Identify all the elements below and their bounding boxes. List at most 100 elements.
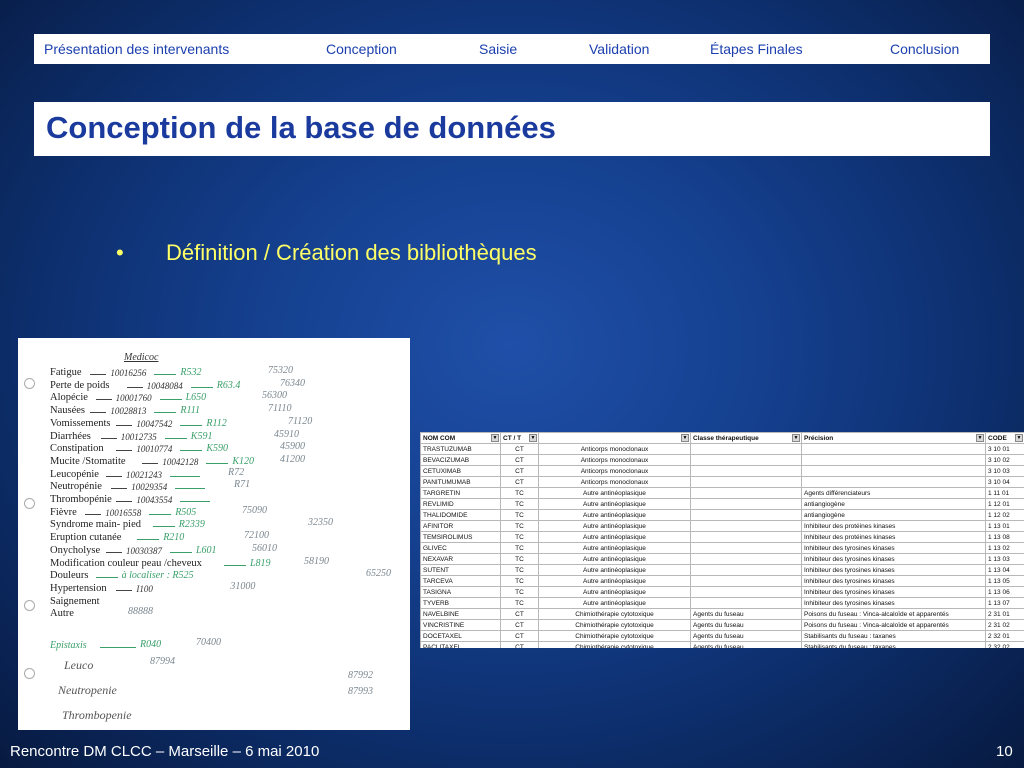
filter-dropdown-icon[interactable]: ▼ — [1015, 434, 1023, 442]
arrow-line — [116, 450, 133, 452]
table-cell: Poisons du fuseau : Vinca-alcaloïde et a… — [801, 619, 986, 631]
table-cell: Inhibiteur des tyrosines kinases — [801, 575, 986, 587]
slide-title: Conception de la base de données — [46, 110, 556, 145]
thesaurus-code: 88888 — [128, 606, 153, 618]
table-cell: TRASTUZUMAB — [420, 443, 501, 455]
footer-event-text: Rencontre DM CLCC – Marseille – 6 mai 20… — [10, 743, 320, 760]
cim10-code: R532 — [180, 367, 202, 378]
table-header-row: NOM COM ▼ CT / T ▼ ▼ Classe thérapeutique ▼ Pré… — [420, 432, 1024, 444]
table-cell — [690, 465, 802, 477]
table-cell: CT — [500, 608, 539, 620]
binder-hole — [24, 498, 35, 509]
nav-item-conception[interactable]: Conception — [326, 41, 397, 57]
table-row: NEXAVAR TC Autre antinéoplasique Inhibiteur… — [420, 553, 1024, 565]
arrow-line — [126, 386, 143, 388]
thesaurus-code: 41200 — [280, 453, 305, 465]
symptom-label: Fièvre — [50, 506, 77, 518]
extra-label: Leuco — [64, 658, 94, 672]
table-cell — [690, 531, 802, 543]
arrow-line — [170, 475, 200, 477]
table-cell — [801, 465, 986, 477]
nav-item-conclusion[interactable]: Conclusion — [890, 41, 959, 57]
filter-dropdown-icon[interactable]: ▼ — [491, 434, 499, 442]
table-cell: TC — [500, 586, 539, 598]
table-cell: 2 31 01 — [985, 608, 1024, 620]
handwritten-note-image: Medicoc Fatigue 10016256 R532 75320 Perte de… — [18, 338, 410, 730]
symptom-label: Saignement — [50, 595, 100, 607]
note-heading: Medicoc — [124, 352, 159, 363]
table-cell: Autre antinéoplasique — [538, 509, 691, 521]
arrow-line — [90, 412, 107, 414]
table-header-cell[interactable]: ▼ — [538, 432, 691, 444]
table-cell: TARGRETIN — [420, 487, 501, 499]
symptom-label: Diarrhées — [50, 430, 91, 442]
symptom-label: Neutropénie — [50, 481, 102, 493]
binder-hole — [24, 600, 35, 611]
table-row: THALIDOMIDE TC Autre antinéoplasique antian… — [420, 509, 1024, 521]
table-cell: TASIGNA — [420, 586, 501, 598]
arrow-line — [106, 551, 122, 553]
arrow-line — [164, 437, 187, 439]
table-row: AFINITOR TC Autre antinéoplasique Inhibiteu… — [420, 520, 1024, 532]
table-row: TASIGNA TC Autre antinéoplasique Inhibiteur… — [420, 586, 1024, 598]
filter-dropdown-icon[interactable]: ▼ — [529, 434, 537, 442]
nav-item-presentation[interactable]: Présentation des intervenants — [44, 41, 229, 57]
filter-dropdown-icon[interactable]: ▼ — [976, 434, 984, 442]
arrow-line — [100, 437, 117, 439]
table-header-cell[interactable]: Précision ▼ — [801, 432, 986, 444]
table-cell: TEMSIROLIMUS — [420, 531, 501, 543]
table-header-cell[interactable]: NOM COM ▼ — [420, 432, 501, 444]
arrow-line — [190, 386, 213, 388]
table-cell: Autre antinéoplasique — [538, 597, 691, 609]
nav-item-etapes-finales[interactable]: Étapes Finales — [710, 41, 803, 57]
table-row: PACLITAXEL CT Chimiothérapie cytotoxique Ag… — [420, 641, 1024, 648]
cim10-code: R505 — [175, 506, 197, 518]
table-cell — [690, 443, 802, 455]
filter-dropdown-icon[interactable]: ▼ — [792, 434, 800, 442]
table-cell: CETUXIMAB — [420, 465, 501, 477]
table-row: PANITUMUMAB CT Anticorps monoclonaux 3 10 0… — [420, 476, 1024, 488]
table-cell: TC — [500, 542, 539, 554]
table-cell: GLIVEC — [420, 542, 501, 554]
nav-item-saisie[interactable]: Saisie — [479, 41, 517, 57]
cim10-code: R63.4 — [216, 379, 241, 391]
table-cell: CT — [500, 630, 539, 642]
table-cell: Poisons du fuseau : Vinca-alcaloïde et a… — [801, 608, 986, 620]
table-cell: 3 10 04 — [985, 476, 1024, 488]
nav-item-validation[interactable]: Validation — [589, 41, 649, 57]
table-cell: antiangiogène — [801, 509, 986, 521]
arrow-line — [95, 577, 118, 579]
symptom-label: Nausées — [50, 405, 85, 417]
table-row: CETUXIMAB CT Anticorps monoclonaux 3 10 03 — [420, 465, 1024, 477]
symptom-label: Fatigue — [50, 367, 82, 378]
symptom-label: Eruption cutanée — [50, 532, 122, 544]
table-cell: VINCRISTINE — [420, 619, 501, 631]
table-cell: Anticorps monoclonaux — [538, 465, 691, 477]
cim10-code: L819 — [250, 557, 271, 569]
table-cell: 1 13 04 — [985, 564, 1024, 576]
table-cell: CT — [500, 619, 539, 631]
table-header-cell[interactable]: CODE ▼ — [985, 432, 1024, 444]
drug-library-table: NOM COM ▼ CT / T ▼ ▼ Classe thérapeutique ▼ Pré… — [420, 432, 1024, 648]
table-cell: PANITUMUMAB — [420, 476, 501, 488]
table-cell: 1 13 08 — [985, 531, 1024, 543]
filter-dropdown-icon[interactable]: ▼ — [681, 434, 689, 442]
table-cell: TC — [500, 553, 539, 565]
table-cell: Autre antinéoplasique — [538, 586, 691, 598]
slide-title-box: Conception de la base de données — [34, 102, 990, 156]
extra-thesaurus: 87994 — [150, 656, 175, 667]
table-header-cell[interactable]: CT / T ▼ — [500, 432, 539, 444]
thesaurus-code: 45900 — [280, 441, 305, 453]
cim10-code: à localiser : R525 — [121, 570, 194, 582]
table-cell: Stabilisants du fuseau : taxanes — [801, 641, 986, 648]
arrow-line — [175, 488, 206, 490]
table-cell — [690, 509, 802, 521]
cim10-code: R210 — [163, 532, 185, 544]
meddra-code: 10016558 — [105, 507, 142, 518]
arrow-line — [180, 424, 203, 426]
table-cell — [690, 564, 802, 576]
table-header-cell[interactable]: Classe thérapeutique ▼ — [690, 432, 802, 444]
table-cell: TC — [500, 575, 539, 587]
table-cell: CT — [500, 443, 539, 455]
table-cell: TC — [500, 509, 539, 521]
